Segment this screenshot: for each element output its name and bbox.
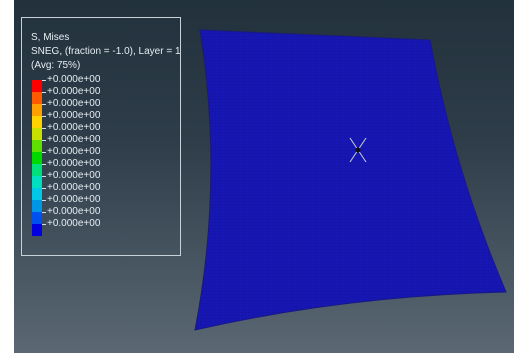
legend-swatch	[32, 104, 42, 116]
legend-value: +0.000e+00	[47, 110, 101, 121]
legend-value: +0.000e+00	[47, 194, 101, 205]
legend-averaging: (Avg: 75%)	[31, 60, 81, 71]
legend-swatch	[32, 128, 42, 140]
legend-swatch	[32, 80, 42, 92]
legend-tick	[42, 92, 46, 93]
legend-tick	[42, 152, 46, 153]
legend-tick	[42, 224, 46, 225]
legend-tick	[42, 116, 46, 117]
legend-subtitle: SNEG, (fraction = -1.0), Layer = 1	[31, 46, 181, 57]
legend-value: +0.000e+00	[47, 206, 101, 217]
legend-value: +0.000e+00	[47, 146, 101, 157]
legend-value: +0.000e+00	[47, 158, 101, 169]
legend-value: +0.000e+00	[47, 86, 101, 97]
legend-tick	[42, 140, 46, 141]
legend-swatch	[32, 212, 42, 224]
legend-swatch	[32, 152, 42, 164]
legend-title: S, Mises	[31, 32, 70, 43]
legend-tick	[42, 176, 46, 177]
plate-mesh	[195, 30, 506, 330]
legend-swatch	[32, 92, 42, 104]
legend-tick	[42, 104, 46, 105]
legend-swatch	[32, 224, 42, 236]
legend-swatch	[32, 116, 42, 128]
legend-swatch	[32, 188, 42, 200]
legend-tick	[42, 128, 46, 129]
legend-value: +0.000e+00	[47, 218, 101, 229]
contour-legend: S, Mises SNEG, (fraction = -1.0), Layer …	[21, 17, 181, 256]
legend-swatch	[32, 164, 42, 176]
legend-tick	[42, 200, 46, 201]
legend-value: +0.000e+00	[47, 74, 101, 85]
legend-value: +0.000e+00	[47, 182, 101, 193]
legend-value: +0.000e+00	[47, 98, 101, 109]
legend-value: +0.000e+00	[47, 170, 101, 181]
legend-swatch	[32, 200, 42, 212]
legend-tick	[42, 80, 46, 81]
legend-value: +0.000e+00	[47, 122, 101, 133]
legend-tick	[42, 164, 46, 165]
legend-value: +0.000e+00	[47, 134, 101, 145]
legend-swatch	[32, 140, 42, 152]
model-viewport[interactable]: S, Mises SNEG, (fraction = -1.0), Layer …	[14, 0, 514, 353]
legend-tick	[42, 212, 46, 213]
legend-swatch	[32, 176, 42, 188]
legend-tick	[42, 188, 46, 189]
